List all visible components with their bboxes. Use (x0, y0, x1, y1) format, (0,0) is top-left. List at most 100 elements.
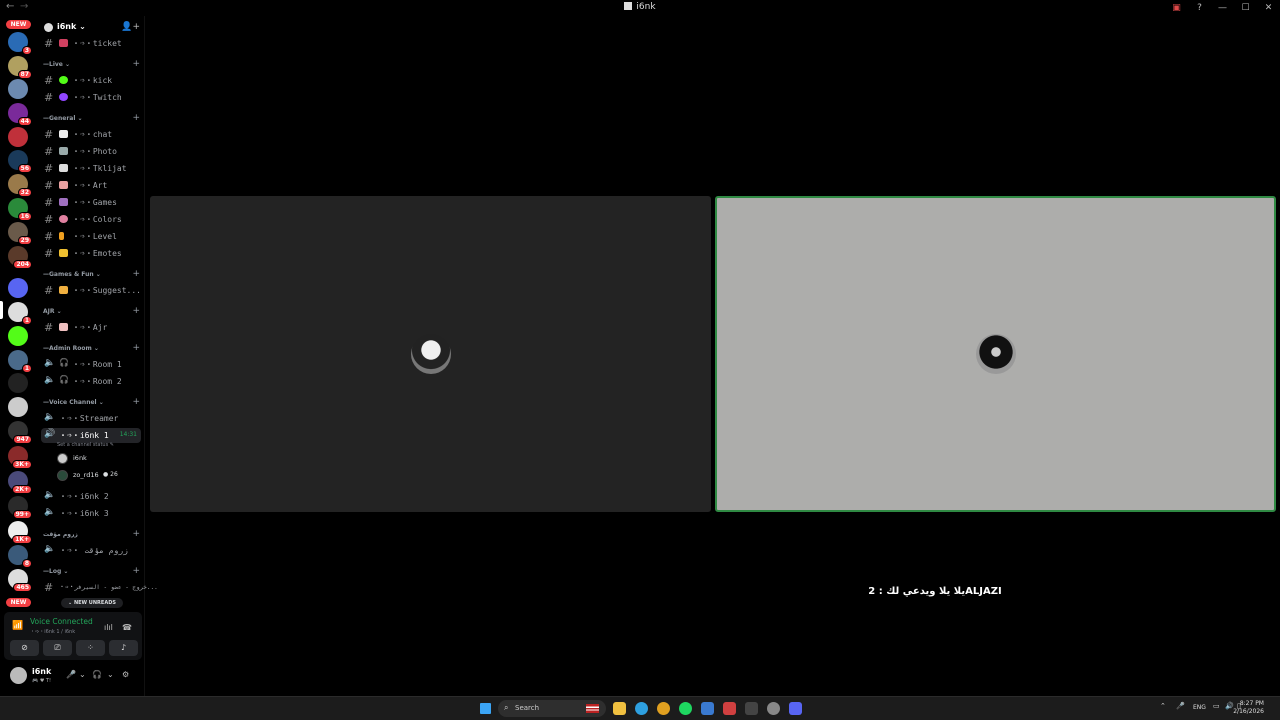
server-icon[interactable]: 56 (8, 150, 32, 173)
server-icon[interactable]: 2K+ (8, 471, 32, 494)
channel-tklijat[interactable]: # ・➩・Tklijat (41, 161, 141, 176)
app-icon[interactable] (723, 702, 736, 715)
spotify-icon[interactable] (679, 702, 692, 715)
mic-tray-icon[interactable]: 🎤 (1176, 702, 1185, 710)
set-channel-status[interactable]: Set a channel status ✎ (57, 442, 114, 448)
voice-temp-room[interactable]: 🔈 ・➩・ زروم مؤقت (41, 543, 141, 558)
category-admin-room[interactable]: —Admin Room ⌄ + (43, 343, 140, 355)
app-icon[interactable] (767, 702, 780, 715)
voice-i6nk-2[interactable]: 🔈 ・➩・i6nk 2 (41, 489, 141, 504)
noise-suppression-icon[interactable]: ılıl (104, 623, 113, 632)
close-icon[interactable]: ✕ (1257, 3, 1280, 13)
channel-colors[interactable]: # ・➩・Colors (41, 212, 141, 227)
server-icon[interactable]: 8 (8, 545, 32, 568)
discord-icon[interactable] (789, 702, 802, 715)
category-log[interactable]: —Log ⌄ + (43, 566, 140, 578)
server-icon[interactable] (8, 79, 28, 99)
channel-ajr[interactable]: # ・➩・Ajr (41, 320, 141, 335)
server-icon[interactable] (8, 326, 28, 346)
server-icon[interactable]: 1 (8, 302, 32, 325)
inbox-icon[interactable]: ▣ (1165, 3, 1188, 13)
server-icon[interactable]: 29 (8, 222, 32, 245)
create-channel-icon[interactable]: + (132, 269, 140, 279)
create-channel-icon[interactable]: + (132, 566, 140, 576)
minimize-icon[interactable]: — (1211, 3, 1234, 13)
network-icon[interactable]: ▭ (1213, 702, 1220, 710)
create-channel-icon[interactable]: + (132, 113, 140, 123)
start-button[interactable] (480, 703, 491, 714)
server-icon[interactable]: 1K+ (8, 521, 32, 544)
participant-tile-2-speaking[interactable] (715, 196, 1276, 512)
server-icon[interactable]: 99+ (8, 496, 32, 519)
camera-off-button[interactable]: ⊘ (10, 640, 39, 656)
avatar[interactable] (10, 667, 27, 684)
maximize-icon[interactable]: ☐ (1234, 3, 1257, 13)
language-indicator[interactable]: ENG (1193, 704, 1206, 711)
taskbar-search[interactable]: ⌕ Search (498, 700, 606, 717)
channel-kick[interactable]: # ・➩・kick (41, 73, 141, 88)
screen-share-button[interactable]: ⎚ (43, 640, 72, 656)
category-ajr[interactable]: AJR ⌄ + (43, 306, 140, 318)
voice-connected-subtitle[interactable]: ・➩・i6nk 1 / i6nk (30, 628, 75, 635)
channel-twitch[interactable]: # ・➩・Twitch (41, 90, 141, 105)
voice-user-zo-rd16[interactable]: zo_rd16 ● 26 (57, 469, 137, 483)
server-icon[interactable] (8, 278, 28, 298)
voice-streamer[interactable]: 🔈 ・➩・Streamer (41, 411, 141, 426)
channel-emotes[interactable]: # ・➩・Emotes (41, 246, 141, 261)
voice-i6nk-1[interactable]: 🔊 ・➩・i6nk 1 14:31 (41, 428, 141, 443)
help-icon[interactable]: ? (1188, 3, 1211, 13)
server-icon[interactable] (8, 397, 28, 417)
channel-photo[interactable]: # ・➩・Photo (41, 144, 141, 159)
file-explorer-icon[interactable] (613, 702, 626, 715)
username[interactable]: i6nk (32, 667, 51, 676)
server-icon[interactable]: 32 (8, 174, 32, 197)
category-temp-room[interactable]: زروم مؤقت + (43, 529, 140, 541)
server-icon[interactable]: 1 (8, 350, 32, 373)
server-icon[interactable] (8, 127, 28, 147)
soundboard-button[interactable]: ♪ (109, 640, 138, 656)
channel-level[interactable]: # ・➩・Level (41, 229, 141, 244)
category-games-fun[interactable]: —Games & Fun ⌄ + (43, 269, 140, 281)
participant-tile-1[interactable] (150, 196, 711, 512)
new-unreads-button[interactable]: ⌄ NEW UNREADS (61, 598, 123, 608)
store-icon[interactable] (701, 702, 714, 715)
voice-i6nk-3[interactable]: 🔈 ・➩・i6nk 3 (41, 506, 141, 521)
voice-user-i6nk[interactable]: i6nk (57, 452, 137, 466)
server-icon[interactable]: 16 (8, 198, 32, 221)
server-icon[interactable]: 3K+ (8, 446, 32, 469)
clock[interactable]: 8:27 PM 2/16/2026 (1233, 700, 1264, 716)
invite-people-icon[interactable]: 👤+ (121, 22, 140, 32)
server-icon[interactable]: 87 (8, 56, 32, 79)
chrome-icon[interactable] (657, 702, 670, 715)
gear-icon[interactable]: ⚙ (122, 670, 129, 679)
category-live[interactable]: —Live ⌄ + (43, 59, 140, 71)
create-channel-icon[interactable]: + (132, 529, 140, 539)
chevron-down-icon[interactable]: ⌄ (107, 670, 114, 679)
headphones-icon[interactable]: 🎧 (92, 670, 102, 679)
server-icon[interactable] (8, 373, 28, 393)
server-icon[interactable]: 947 (8, 421, 32, 444)
server-icon[interactable]: 44 (8, 103, 32, 126)
channel-chat[interactable]: # ・➩・chat (41, 127, 141, 142)
category-voice-channel[interactable]: —Voice Channel ⌄ + (43, 397, 140, 409)
server-icon[interactable]: 3 (8, 32, 32, 55)
server-icon[interactable]: 204 (8, 246, 32, 269)
activities-button[interactable]: ⁘ (76, 640, 105, 656)
chevron-down-icon[interactable]: ⌄ (79, 670, 86, 679)
voice-room-2[interactable]: 🔈 🎧 ・➩・Room 2 (41, 374, 141, 389)
channel-suggest[interactable]: # ・➩・Suggest... (41, 283, 141, 298)
mic-icon[interactable]: 🎤 (66, 670, 76, 679)
create-channel-icon[interactable]: + (132, 306, 140, 316)
app-icon[interactable] (745, 702, 758, 715)
disconnect-icon[interactable]: ☎ (122, 623, 132, 632)
channel-games[interactable]: # ・➩・Games (41, 195, 141, 210)
channel-log[interactable]: # ・➩・خروج - عضو - السيرفر... (41, 580, 158, 595)
create-channel-icon[interactable]: + (132, 343, 140, 353)
chevron-up-icon[interactable]: ⌃ (1160, 702, 1166, 710)
voice-room-1[interactable]: 🔈 🎧 ・➩・Room 1 (41, 357, 141, 372)
guild-header[interactable]: i6nk ⌄ 👤+ (36, 16, 145, 38)
edge-icon[interactable] (635, 702, 648, 715)
signal-icon[interactable]: 📶 (12, 621, 23, 631)
category-general[interactable]: —General ⌄ + (43, 113, 140, 125)
create-channel-icon[interactable]: + (132, 397, 140, 407)
